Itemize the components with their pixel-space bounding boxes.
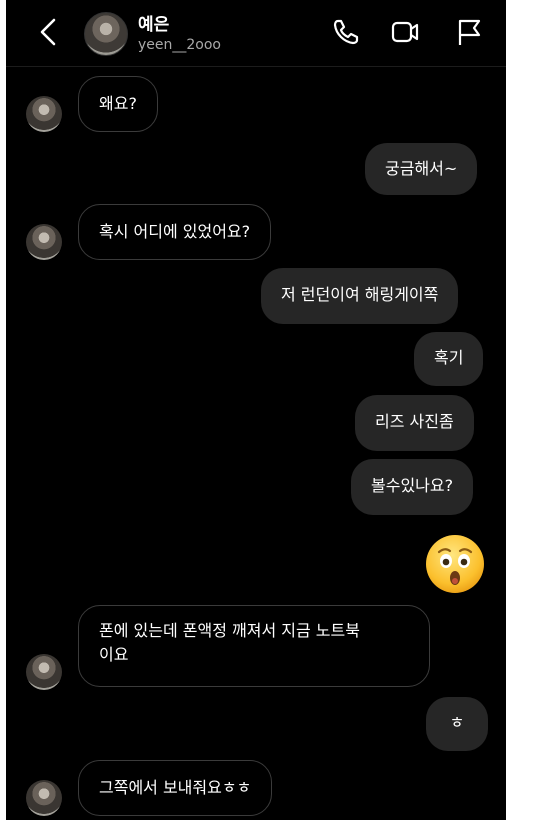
phone-icon[interactable] <box>331 17 361 47</box>
incoming-message[interactable]: 폰에 있는데 폰액정 깨져서 지금 노트북 이요 <box>78 605 430 687</box>
contact-avatar[interactable] <box>84 12 128 56</box>
hushed-face-emoji[interactable] <box>424 533 486 595</box>
outgoing-message[interactable]: 리즈 사진좀 <box>355 395 474 451</box>
chat-header: 예은 yeen__2ooo <box>6 0 506 67</box>
contact-avatar-small[interactable] <box>26 780 62 816</box>
contact-avatar-small[interactable] <box>26 224 62 260</box>
incoming-message[interactable]: 혹시 어디에 있었어요? <box>78 204 272 260</box>
contact-avatar-small[interactable] <box>26 654 62 690</box>
chat-screen: 예은 yeen__2ooo 왜요? 궁금해서~ 혹시 어디에 있었어요? 저 런… <box>6 0 506 820</box>
contact-username[interactable]: yeen__2ooo <box>138 37 221 53</box>
outgoing-message[interactable]: 궁금해서~ <box>365 143 478 195</box>
flag-icon[interactable] <box>454 17 484 47</box>
outgoing-message[interactable]: 볼수있나요? <box>351 459 474 515</box>
back-chevron-icon[interactable] <box>36 17 62 47</box>
contact-avatar-small[interactable] <box>26 96 62 132</box>
outgoing-message[interactable]: ㅎ <box>426 697 488 751</box>
video-camera-icon[interactable] <box>390 17 420 47</box>
incoming-message[interactable]: 왜요? <box>78 76 158 132</box>
outgoing-message[interactable]: 저 런던이여 해링게이쪽 <box>261 268 459 324</box>
incoming-message[interactable]: 그쪽에서 보내줘요ㅎㅎ <box>78 760 273 816</box>
contact-name[interactable]: 예은 <box>138 10 169 35</box>
outgoing-message[interactable]: 혹기 <box>414 332 484 386</box>
